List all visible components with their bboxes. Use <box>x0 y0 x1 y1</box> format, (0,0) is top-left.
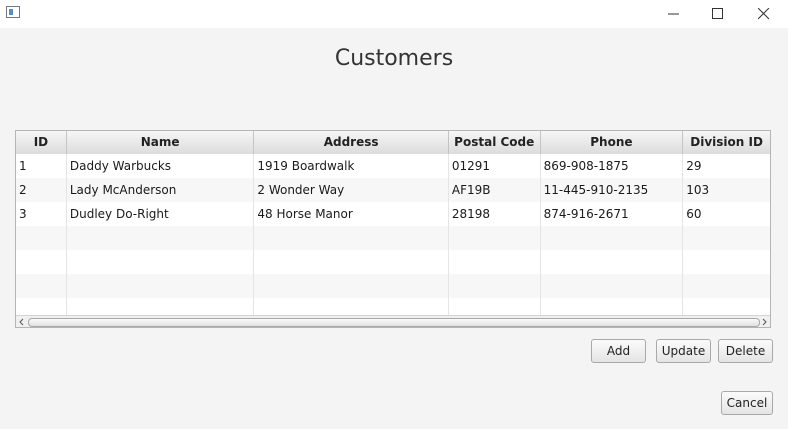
cell-division-id: 103 <box>686 183 710 197</box>
maximize-icon <box>712 8 723 19</box>
close-icon <box>758 8 770 20</box>
cell-name: Lady McAnderson <box>67 178 255 202</box>
cell-id: 2 <box>16 178 67 202</box>
empty-table-row <box>16 250 770 274</box>
empty-cell <box>683 226 770 250</box>
customers-table[interactable]: ID Name Address Postal Code Phone Divisi… <box>15 130 771 328</box>
cell-postal-code: 28198 <box>449 202 541 226</box>
empty-cell <box>67 274 255 298</box>
scrollbar-thumb[interactable] <box>28 318 760 327</box>
delete-button[interactable]: Delete <box>718 339 773 363</box>
update-button[interactable]: Update <box>656 339 711 363</box>
column-header-postal-code[interactable]: Postal Code <box>449 131 541 154</box>
empty-cell <box>541 250 684 274</box>
cell-phone: 11-445-910-2135 <box>541 178 684 202</box>
table-row[interactable]: 3 Dudley Do-Right 48 Horse Manor 28198 8… <box>16 202 770 226</box>
add-button[interactable]: Add <box>591 339 646 363</box>
cell-name: Dudley Do-Right <box>67 202 255 226</box>
cancel-button[interactable]: Cancel <box>721 391 773 415</box>
table-row[interactable]: 1 Daddy Warbucks 1919 Boardwalk 01291 86… <box>16 154 770 178</box>
cell-division-id: 29 <box>686 159 702 173</box>
scroll-right-icon[interactable] <box>759 317 769 327</box>
empty-cell <box>254 226 449 250</box>
empty-cell <box>254 274 449 298</box>
column-header-phone[interactable]: Phone <box>541 131 684 154</box>
table-header: ID Name Address Postal Code Phone Divisi… <box>16 131 770 155</box>
empty-cell <box>254 250 449 274</box>
empty-cell <box>683 250 770 274</box>
empty-table-row <box>16 274 770 298</box>
cell-address: 48 Horse Manor <box>254 202 449 226</box>
table-body: 1 Daddy Warbucks 1919 Boardwalk 01291 86… <box>16 154 770 322</box>
column-header-name[interactable]: Name <box>67 131 255 154</box>
empty-cell <box>541 226 684 250</box>
cell-address: 1919 Boardwalk <box>254 154 449 178</box>
customers-window: Customers ID Name Address Postal Code Ph… <box>0 0 788 429</box>
cell-name: Daddy Warbucks <box>67 154 255 178</box>
cell-phone: 874-916-2671 <box>541 202 684 226</box>
empty-cell <box>541 274 684 298</box>
empty-cell <box>67 226 255 250</box>
maximize-button[interactable] <box>696 0 740 28</box>
minimize-button[interactable] <box>652 0 696 28</box>
cell-phone: 869-908-1875 <box>541 154 684 178</box>
empty-cell <box>16 226 67 250</box>
column-header-id[interactable]: ID <box>16 131 67 154</box>
scroll-left-icon[interactable] <box>17 317 27 327</box>
close-button[interactable] <box>742 0 786 28</box>
app-icon <box>6 6 20 18</box>
horizontal-scrollbar[interactable] <box>16 315 770 327</box>
empty-cell <box>449 274 541 298</box>
empty-cell <box>16 250 67 274</box>
empty-cell <box>67 250 255 274</box>
minimize-icon <box>668 13 679 15</box>
title-bar <box>0 0 788 28</box>
empty-table-row <box>16 226 770 250</box>
cell-postal-code: 01291 <box>449 154 541 178</box>
cell-postal-code: AF19B <box>449 178 541 202</box>
table-row[interactable]: 2 Lady McAnderson 2 Wonder Way AF19B 11-… <box>16 178 770 202</box>
cell-id: 1 <box>16 154 67 178</box>
column-header-division-id[interactable]: Division ID <box>683 131 770 154</box>
column-header-address[interactable]: Address <box>254 131 449 154</box>
cell-id: 3 <box>16 202 67 226</box>
cell-division-id: 60 <box>686 207 702 221</box>
empty-cell <box>16 274 67 298</box>
empty-cell <box>683 274 770 298</box>
page-title: Customers <box>334 46 454 71</box>
cell-address: 2 Wonder Way <box>254 178 449 202</box>
empty-cell <box>449 226 541 250</box>
empty-cell <box>449 250 541 274</box>
